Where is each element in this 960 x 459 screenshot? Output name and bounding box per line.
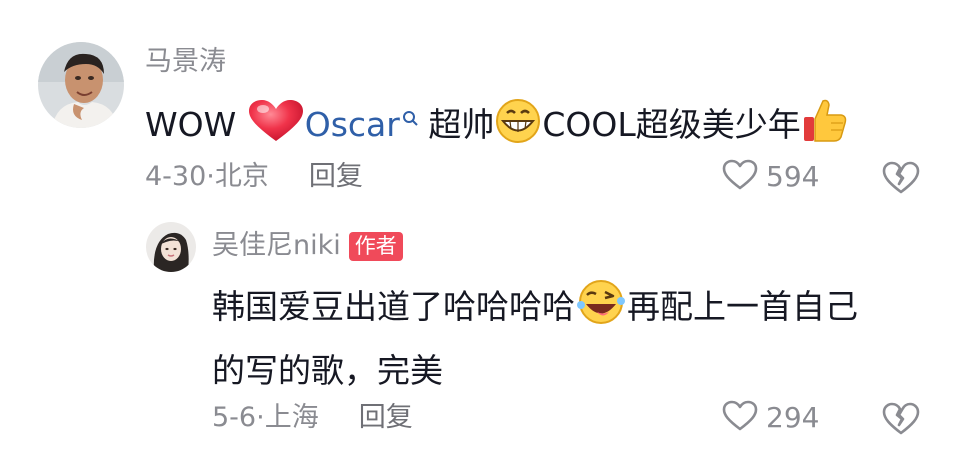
- comment-date: 5-6: [212, 402, 257, 433]
- comment-text: 韩国爱豆出道了哈哈哈哈 再配上一首自己 的写的歌，完美: [212, 279, 858, 395]
- like-count: 594: [766, 160, 820, 193]
- heart-emoji: [247, 99, 305, 154]
- laughing-wink-emoji: [575, 279, 627, 338]
- comment-username[interactable]: 吴佳尼niki: [212, 230, 341, 261]
- comment-text-prefix: 韩国爱豆出道了哈哈哈哈: [212, 287, 575, 326]
- reply-button[interactable]: 回复: [359, 401, 413, 435]
- comment-text-prefix: WOW: [145, 105, 247, 144]
- like-count: 294: [766, 401, 820, 434]
- meta-separator: ·: [256, 402, 265, 433]
- heart-outline-icon: [722, 400, 758, 436]
- meta-separator: ·: [206, 161, 215, 192]
- avatar[interactable]: [146, 222, 196, 272]
- comment-text-after: COOL超级美少年: [542, 105, 801, 144]
- mention-name: Oscar: [304, 105, 400, 144]
- comment-text-line-1: 韩国爱豆出道了哈哈哈哈 再配上一首自己: [212, 279, 858, 338]
- mention-link[interactable]: Oscar: [305, 105, 418, 144]
- comment-location: 北京: [214, 161, 269, 192]
- comment-text-suffix: 再配上一首自己: [627, 287, 858, 326]
- comment-meta: 5-6 · 上海 回复: [212, 401, 413, 435]
- like-button[interactable]: 294: [722, 400, 819, 436]
- reply-username-row: 吴佳尼niki 作者: [212, 229, 403, 263]
- dislike-button[interactable]: [882, 161, 920, 199]
- author-badge: 作者: [348, 232, 403, 261]
- thumbs-up-emoji: [801, 97, 849, 156]
- broken-heart-icon: [882, 402, 920, 440]
- heart-outline-icon: [722, 159, 758, 195]
- avatar[interactable]: [38, 42, 124, 128]
- search-icon: [402, 97, 418, 141]
- comment-location: 上海: [264, 402, 319, 433]
- reply-button[interactable]: 回复: [309, 160, 363, 194]
- comment-text: WOW Oscar 超帅 COOL超级美少年: [145, 97, 849, 156]
- comment-username[interactable]: 马景涛: [145, 46, 226, 78]
- broken-heart-icon: [882, 161, 920, 199]
- comment-text-line-2: 的写的歌，完美: [212, 351, 443, 390]
- comment-meta: 4-30 · 北京 回复: [145, 160, 363, 194]
- grin-emoji: [494, 98, 542, 155]
- comment-date: 4-30: [145, 161, 207, 192]
- comment-text-mid: 超帅: [417, 105, 495, 144]
- like-button[interactable]: 594: [722, 159, 819, 195]
- dislike-button[interactable]: [882, 402, 920, 440]
